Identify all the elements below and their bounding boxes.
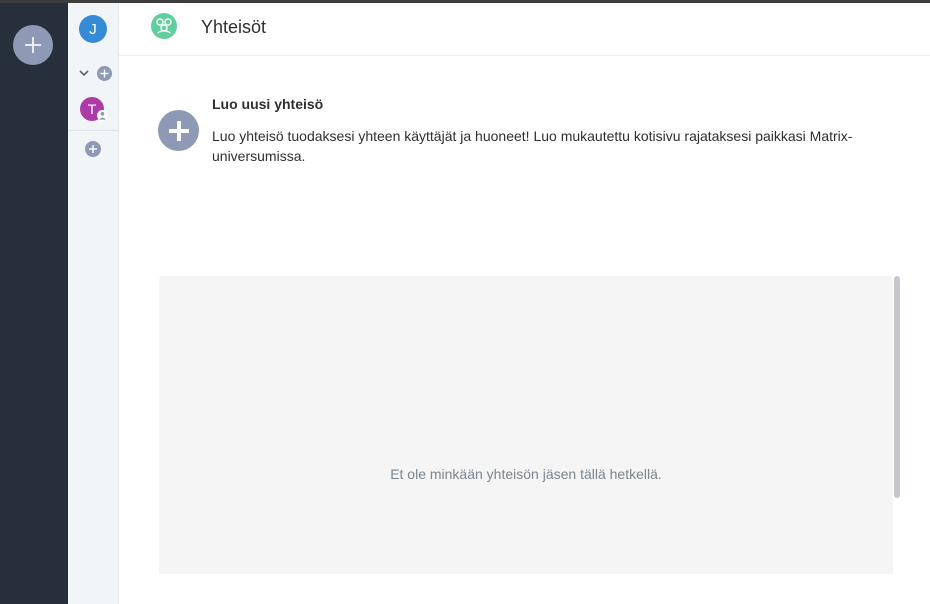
main-content: Yhteisöt Luo uusi yhteisö Luo yhteisö tu… xyxy=(119,3,930,604)
add-community-button[interactable] xyxy=(85,141,101,157)
plus-icon xyxy=(25,37,41,53)
empty-state-message: Et ole minkään yhteisön jäsen tällä hetk… xyxy=(390,466,662,482)
room-list-panel: J T xyxy=(68,3,119,604)
create-community-description: Luo yhteisö tuodaksesi yhteen käyttäjät … xyxy=(212,128,853,164)
user-avatar[interactable]: J xyxy=(79,15,107,43)
scrollbar[interactable] xyxy=(894,276,900,498)
person-icon xyxy=(97,110,108,121)
community-icon xyxy=(151,13,177,39)
plus-circle-icon[interactable] xyxy=(158,110,199,151)
plus-icon xyxy=(100,69,109,78)
page-title: Yhteisöt xyxy=(201,17,267,37)
communities-list-panel: Et ole minkään yhteisön jäsen tällä hetk… xyxy=(159,276,893,574)
create-space-button[interactable] xyxy=(13,25,53,65)
spaces-rail xyxy=(0,3,68,604)
page-header: Yhteisöt xyxy=(119,3,930,56)
create-community-title[interactable]: Luo uusi yhteisö xyxy=(212,96,323,112)
chevron-down-icon[interactable] xyxy=(78,67,90,79)
plus-icon xyxy=(89,145,97,153)
list-divider xyxy=(68,130,118,131)
add-room-button[interactable] xyxy=(97,66,112,81)
